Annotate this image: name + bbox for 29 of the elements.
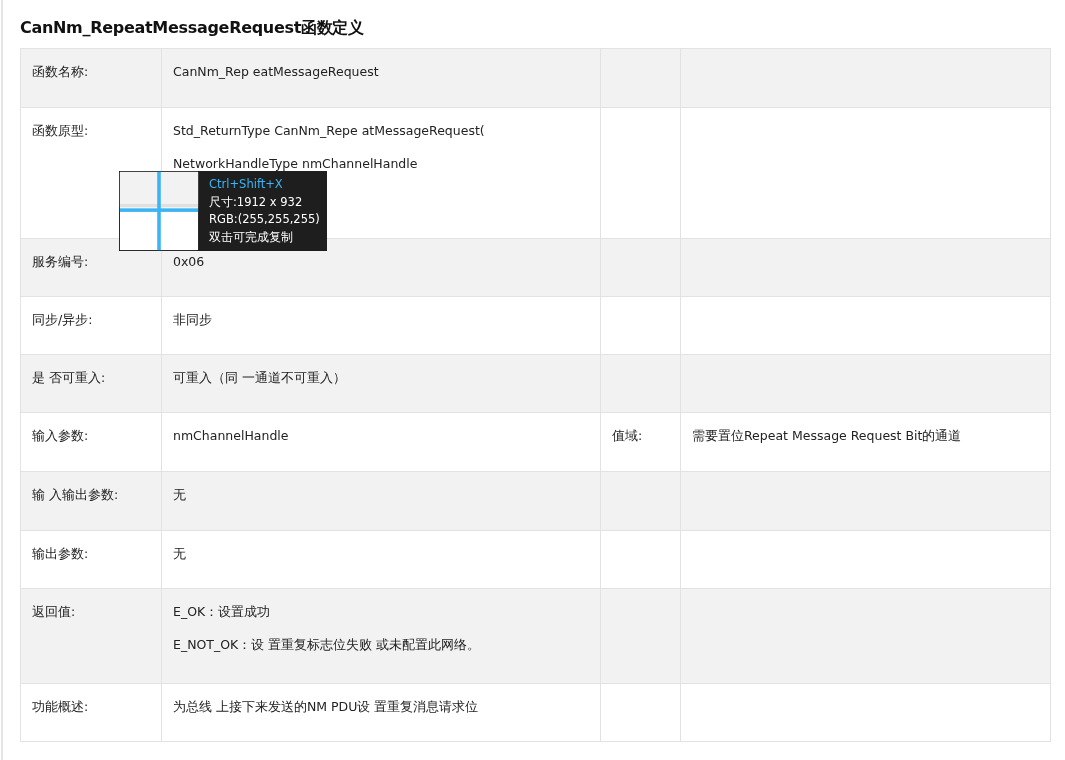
field-value: 需要置位Repeat Message Request Bit的通道 — [692, 428, 962, 444]
field-value: 为总线 上接下来发送的NM PDU设 置重复消息请求位 — [173, 698, 480, 716]
field-value: CanNm_Rep eatMessageRequest — [173, 63, 380, 81]
field-label: 同步/异步: — [32, 312, 93, 328]
tooltip-text: 双击可完成复制 — [209, 228, 294, 246]
tooltip-text: 尺寸:1912 x 932 — [209, 193, 304, 211]
field-label: 功能概述: — [32, 699, 89, 715]
field-value: 无 — [173, 486, 187, 504]
field-value: Std_ReturnType CanNm_Repe atMessageRequest( — [173, 122, 486, 140]
field-value: E_OK：设置成功 — [173, 603, 272, 621]
field-value: E_NOT_OK：设 置重复标志位失败 或未配置此网络。 — [173, 636, 482, 654]
field-value: 无 — [173, 545, 187, 563]
field-label: 函数名称: — [32, 64, 89, 80]
field-label: 返回值: — [32, 604, 76, 620]
field-value: 可重入（同 一通道不可重入） — [173, 369, 347, 387]
shortcut-text: Ctrl+Shift+X — [209, 176, 284, 193]
field-value: 非同步 — [173, 311, 213, 329]
page-title: CanNm_RepeatMessageRequest函数定义 — [20, 18, 365, 38]
field-label: 函数原型: — [32, 123, 89, 139]
field-value: 0x06 — [173, 253, 206, 271]
field-value: NetworkHandleType nmChannelHandle — [173, 155, 419, 173]
field-value: nmChannelHandle — [173, 427, 290, 445]
field-label: 输出参数: — [32, 546, 89, 562]
tooltip-text: RGB:(255,255,255) — [209, 211, 317, 228]
field-label: 输 入输出参数: — [32, 487, 119, 503]
field-label: 是 否可重入: — [32, 370, 106, 386]
field-label: 输入参数: — [32, 428, 89, 444]
field-label: 服务编号: — [32, 254, 89, 270]
field-label: 值域: — [612, 428, 643, 444]
